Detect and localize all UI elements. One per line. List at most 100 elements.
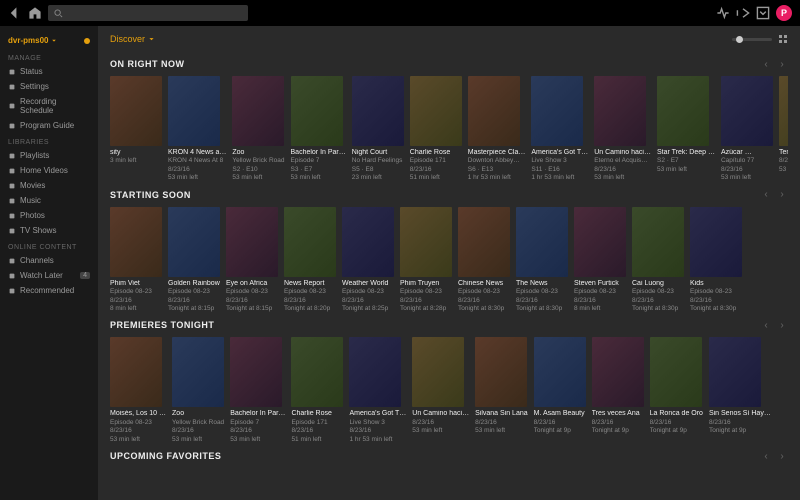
media-card[interactable]: La Ronca de Oro8/23/16Tonight at 9p xyxy=(650,337,703,444)
back-icon[interactable] xyxy=(8,6,22,20)
cast-icon[interactable] xyxy=(736,6,750,20)
tab-discover[interactable]: Discover xyxy=(110,34,155,44)
sidebar-item-watch-later[interactable]: Watch Later 4 xyxy=(0,268,98,283)
card-time: 53 min left xyxy=(110,436,166,444)
card-meta: 8/23/16 xyxy=(594,166,651,174)
card-subtitle: Episode 08-23 xyxy=(168,288,220,296)
media-card[interactable]: KidsEpisode 08-238/23/16Tonight at 8:30p xyxy=(690,207,742,314)
media-card[interactable]: Eye on AfricaEpisode 08-238/23/16Tonight… xyxy=(226,207,278,314)
sidebar-item-photos[interactable]: Photos xyxy=(0,208,98,223)
poster-image xyxy=(657,76,709,146)
grid-view-icon[interactable] xyxy=(778,34,788,44)
card-time: 53 min left xyxy=(412,427,469,435)
zoom-slider[interactable] xyxy=(732,38,772,41)
poster-image xyxy=(592,337,644,407)
media-card[interactable]: Silvana Sin Lana8/23/1653 min left xyxy=(475,337,528,444)
card-meta: 8/23/16 xyxy=(592,419,644,427)
badge: 4 xyxy=(80,272,90,279)
search-input[interactable] xyxy=(48,5,248,21)
media-card[interactable]: Golden RainbowEpisode 08-238/23/16Tonigh… xyxy=(168,207,220,314)
card-row: Moisés, Los 10 …Episode 08-238/23/1653 m… xyxy=(110,337,788,444)
card-row: Phim VietEpisode 08-238/23/168 min leftG… xyxy=(110,207,788,314)
card-title: KRON 4 News a… xyxy=(168,149,226,157)
media-card[interactable]: Charlie RoseEpisode 1718/23/1651 min lef… xyxy=(291,337,343,444)
server-selector[interactable]: dvr-pms00 xyxy=(0,32,98,49)
page-next-icon[interactable]: › xyxy=(776,319,788,331)
user-avatar[interactable]: P xyxy=(776,5,792,21)
media-card[interactable]: Azúcar …Capítulo 778/23/1653 min left xyxy=(721,76,773,183)
media-card[interactable]: The NewsEpisode 08-238/23/16Tonight at 8… xyxy=(516,207,568,314)
sidebar-item-recording-schedule[interactable]: Recording Schedule xyxy=(0,94,98,118)
sidebar-item-home-videos[interactable]: Home Videos xyxy=(0,163,98,178)
card-meta: 8/23/16 xyxy=(534,419,586,427)
media-card[interactable]: Charlie RoseEpisode 1718/23/1651 min lef… xyxy=(410,76,462,183)
media-card[interactable]: Cai LuongEpisode 08-238/23/16Tonight at … xyxy=(632,207,684,314)
page-prev-icon[interactable]: ‹ xyxy=(760,319,772,331)
poster-image xyxy=(475,337,527,407)
media-card[interactable]: America's Got T…Live Show 38/23/161 hr 5… xyxy=(349,337,406,444)
page-next-icon[interactable]: › xyxy=(776,189,788,201)
card-time: Tonight at 9p xyxy=(592,427,644,435)
page-next-icon[interactable]: › xyxy=(776,58,788,70)
page-prev-icon[interactable]: ‹ xyxy=(760,189,772,201)
media-card[interactable]: America's Got T…Live Show 3S11 · E161 hr… xyxy=(531,76,588,183)
media-card[interactable]: Chinese NewsEpisode 08-238/23/16Tonight … xyxy=(458,207,510,314)
sidebar-item-settings[interactable]: Settings xyxy=(0,79,98,94)
poster-image xyxy=(226,207,278,277)
sidebar-item-playlists[interactable]: Playlists xyxy=(0,148,98,163)
card-time: 51 min left xyxy=(410,174,462,182)
media-card[interactable]: M. Asam Beauty8/23/16Tonight at 9p xyxy=(534,337,586,444)
media-card[interactable]: Teng8/2353 m xyxy=(779,76,788,183)
sidebar-item-status[interactable]: Status xyxy=(0,64,98,79)
media-card[interactable]: Tres veces Ana8/23/16Tonight at 9p xyxy=(592,337,644,444)
media-card[interactable]: Steven FurtickEpisode 08-238/23/168 min … xyxy=(574,207,626,314)
media-card[interactable]: Un Camino haci…Eterno el Acquis…8/23/165… xyxy=(594,76,651,183)
card-meta: 8/23/16 xyxy=(110,297,162,305)
card-time: 53 min left xyxy=(475,427,528,435)
card-subtitle: Episode 7 xyxy=(230,419,285,427)
media-card[interactable]: Bachelor In Par…Episode 78/23/1653 min l… xyxy=(230,337,285,444)
media-card[interactable]: Bachelor In Par…Episode 7S3 · E753 min l… xyxy=(291,76,346,183)
media-card[interactable]: Sin Senos Sí Hay…8/23/16Tonight at 9p xyxy=(709,337,771,444)
media-card[interactable]: News ReportEpisode 08-238/23/16Tonight a… xyxy=(284,207,336,314)
sidebar-item-tv-shows[interactable]: TV Shows xyxy=(0,223,98,238)
media-card[interactable]: ZooYellow Brick RoadS2 · E1053 min left xyxy=(232,76,284,183)
page-prev-icon[interactable]: ‹ xyxy=(760,58,772,70)
poster-image xyxy=(410,76,462,146)
media-card[interactable]: KRON 4 News a…KRON 4 News At 88/23/1653 … xyxy=(168,76,226,183)
media-card[interactable]: Phim VietEpisode 08-238/23/168 min left xyxy=(110,207,162,314)
section-title: ON RIGHT NOW xyxy=(110,59,185,69)
poster-image xyxy=(534,337,586,407)
settings-icon[interactable] xyxy=(756,6,770,20)
media-card[interactable]: ZooYellow Brick Road8/23/1653 min left xyxy=(172,337,224,444)
card-time: 53 min left xyxy=(172,436,224,444)
home-icon[interactable] xyxy=(28,6,42,20)
activity-icon[interactable] xyxy=(716,6,730,20)
media-card[interactable]: Masterpiece Cla…Downton Abbey…S6 · E131 … xyxy=(468,76,526,183)
sidebar-item-recommended[interactable]: Recommended xyxy=(0,283,98,298)
sidebar-item-movies[interactable]: Movies xyxy=(0,178,98,193)
page-next-icon[interactable]: › xyxy=(776,450,788,462)
media-card[interactable]: Phim TruyenEpisode 08-238/23/16Tonight a… xyxy=(400,207,452,314)
card-time: 53 min left xyxy=(168,174,226,182)
sidebar-item-program-guide[interactable]: Program Guide xyxy=(0,118,98,133)
poster-image xyxy=(291,337,343,407)
card-subtitle: Episode 08-23 xyxy=(110,288,162,296)
media-card[interactable]: Moisés, Los 10 …Episode 08-238/23/1653 m… xyxy=(110,337,166,444)
media-card[interactable]: Star Trek: Deep …S2 · E753 min left xyxy=(657,76,715,183)
card-title: Bachelor In Par… xyxy=(291,149,346,157)
card-title: Sin Senos Sí Hay… xyxy=(709,410,771,418)
nav-label: Watch Later xyxy=(20,271,63,280)
media-card[interactable]: Weather WorldEpisode 08-238/23/16Tonight… xyxy=(342,207,394,314)
media-card[interactable]: Un Camino haci…8/23/1653 min left xyxy=(412,337,469,444)
status-icon xyxy=(8,68,16,76)
media-card[interactable]: sity3 min left xyxy=(110,76,162,183)
poster-image xyxy=(516,207,568,277)
card-title: Eye on Africa xyxy=(226,280,278,288)
sidebar-item-channels[interactable]: Channels xyxy=(0,253,98,268)
media-card[interactable]: Night CourtNo Hard FeelingsS5 · E823 min… xyxy=(352,76,404,183)
page-prev-icon[interactable]: ‹ xyxy=(760,450,772,462)
card-meta: 8/23/16 xyxy=(400,297,452,305)
sidebar-item-music[interactable]: Music xyxy=(0,193,98,208)
card-meta: 8/23/16 xyxy=(458,297,510,305)
